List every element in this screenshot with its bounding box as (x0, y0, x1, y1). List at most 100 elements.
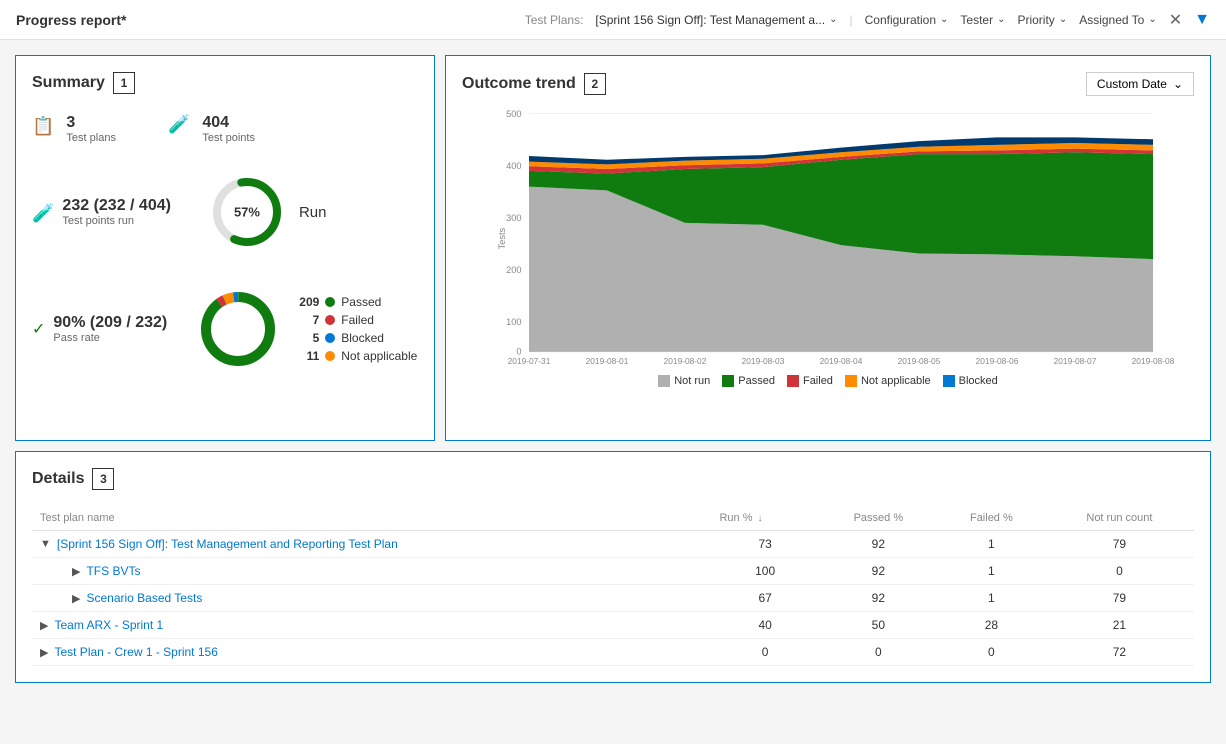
failed-legend-label: Failed (803, 375, 833, 387)
custom-date-button[interactable]: Custom Date ⌄ (1086, 72, 1194, 96)
svg-text:2019-08-05: 2019-08-05 (898, 356, 941, 364)
not-applicable-label: Not applicable (341, 349, 417, 363)
col-test-plan-name: Test plan name (32, 506, 711, 531)
svg-text:400: 400 (506, 161, 521, 171)
row-passed: 50 (819, 612, 938, 639)
filter-bar: Test Plans: [Sprint 156 Sign Off]: Test … (525, 10, 1210, 30)
outcome-trend-number: 2 (584, 73, 606, 95)
chevron-down-icon: ⌄ (1173, 77, 1183, 91)
child-row-passed: 92 (819, 585, 938, 612)
main-grid: Summary 1 📋 3 Test plans 🧪 404 Test poin… (0, 40, 1226, 698)
svg-text:300: 300 (506, 213, 521, 223)
svg-text:2019-08-08: 2019-08-08 (1132, 356, 1175, 364)
child-row-not-run: 0 (1045, 558, 1194, 585)
child-row-name-cell: ▶ TFS BVTs (32, 558, 711, 585)
pass-rate-row: ✓ 90% (209 / 232) Pass rate (32, 276, 418, 382)
outcome-trend-title: Outcome trend (462, 75, 576, 93)
row-name[interactable]: Test Plan - Crew 1 - Sprint 156 (54, 645, 217, 659)
row-name-cell: ▶ Team ARX - Sprint 1 (32, 612, 711, 639)
test-points-run-value: 232 (232 / 404) (62, 197, 171, 215)
priority-label: Priority (1017, 13, 1054, 27)
not-applicable-dot (325, 351, 335, 361)
row-name[interactable]: Team ARX - Sprint 1 (54, 618, 163, 632)
test-points-label: Test points (202, 132, 255, 144)
col-passed-percent: Passed % (819, 506, 938, 531)
child-row-name[interactable]: TFS BVTs (86, 564, 140, 578)
row-name-cell: ▶ Test Plan - Crew 1 - Sprint 156 (32, 639, 711, 666)
table-header-row: Test plan name Run % ↓ Passed % Failed % (32, 506, 1194, 531)
summary-content: 📋 3 Test plans 🧪 404 Test points 🧪 (32, 110, 418, 382)
col-not-run-count: Not run count (1045, 506, 1194, 531)
details-table-body: ▼ [Sprint 156 Sign Off]: Test Management… (32, 531, 1194, 666)
pass-rate-legend: 209 Passed 7 Failed 5 Blocked (299, 295, 417, 363)
row-passed: 0 (819, 639, 938, 666)
child-row-name-cell: ▶ Scenario Based Tests (32, 585, 711, 612)
expand-icon[interactable]: ▶ (40, 619, 48, 632)
svg-text:2019-08-07: 2019-08-07 (1054, 356, 1097, 364)
passed-legend-label: Passed (738, 375, 775, 387)
expand-icon[interactable]: ▶ (40, 646, 48, 659)
failed-dot (325, 315, 335, 325)
not-run-box (658, 375, 670, 387)
details-header: Details 3 (32, 468, 1194, 490)
test-points-run-row: 🧪 232 (232 / 404) Test points run (32, 164, 418, 260)
child-row-passed: 92 (819, 558, 938, 585)
outcome-header: Outcome trend 2 Custom Date ⌄ (462, 72, 1194, 96)
svg-text:2019-08-01: 2019-08-01 (586, 356, 629, 364)
test-points-run-label: Test points run (62, 215, 171, 227)
pass-rate-value: 90% (209 / 232) (53, 314, 167, 332)
details-title: Details (32, 470, 84, 488)
sort-icon: ↓ (758, 513, 763, 524)
legend-failed-chart: Failed (787, 375, 833, 387)
tester-label: Tester (960, 13, 993, 27)
row-failed: 1 (938, 531, 1045, 558)
table-row: ▼ [Sprint 156 Sign Off]: Test Management… (32, 531, 1194, 558)
chevron-down-icon: ⌄ (829, 14, 837, 25)
row-not-run: 79 (1045, 531, 1194, 558)
test-points-icon: 🧪 (168, 114, 190, 134)
svg-text:2019-07-31: 2019-07-31 (508, 356, 551, 364)
expand-icon[interactable]: ▼ (40, 538, 51, 550)
funnel-icon: ▼ (1194, 11, 1210, 29)
row-name[interactable]: [Sprint 156 Sign Off]: Test Management a… (57, 537, 398, 551)
outcome-chart: 500 400 300 200 100 0 Tests (462, 104, 1194, 424)
not-applicable-box (845, 375, 857, 387)
expand-icon[interactable]: ▶ (72, 592, 80, 605)
priority-filter[interactable]: Priority ⌄ (1017, 13, 1067, 27)
app-title: Progress report* (16, 12, 126, 28)
test-plans-label: Test plans (66, 132, 116, 144)
row-passed: 92 (819, 531, 938, 558)
test-plans-filter[interactable]: [Sprint 156 Sign Off]: Test Management a… (595, 13, 837, 27)
svg-text:2019-08-02: 2019-08-02 (664, 356, 707, 364)
failed-label: Failed (341, 313, 374, 327)
row-run: 73 (711, 531, 818, 558)
chevron-down-icon: ⌄ (997, 14, 1005, 25)
blocked-legend-label: Blocked (959, 375, 998, 387)
expand-icon[interactable]: ▶ (72, 565, 80, 578)
legend-passed-chart: Passed (722, 375, 775, 387)
svg-text:2019-08-04: 2019-08-04 (820, 356, 863, 364)
failed-count: 7 (299, 313, 319, 327)
child-row-run: 100 (711, 558, 818, 585)
legend-not-run: Not run (658, 375, 710, 387)
close-button[interactable]: ✕ (1169, 10, 1182, 30)
configuration-filter[interactable]: Configuration ⌄ (865, 13, 949, 27)
run-text: Run (299, 204, 327, 221)
blocked-dot (325, 333, 335, 343)
summary-number: 1 (113, 72, 135, 94)
test-points-run-icon: 🧪 (32, 203, 54, 224)
svg-text:500: 500 (506, 109, 521, 119)
col-run-percent[interactable]: Run % ↓ (711, 506, 818, 531)
legend-passed: 209 Passed (299, 295, 417, 309)
details-table: Test plan name Run % ↓ Passed % Failed % (32, 506, 1194, 666)
failed-box (787, 375, 799, 387)
details-number: 3 (92, 468, 114, 490)
child-row-name[interactable]: Scenario Based Tests (86, 591, 202, 605)
trend-chart-svg: 500 400 300 200 100 0 Tests (462, 104, 1194, 364)
passed-box (722, 375, 734, 387)
blocked-label: Blocked (341, 331, 384, 345)
tester-filter[interactable]: Tester ⌄ (960, 13, 1005, 27)
checkmark-icon: ✓ (32, 319, 45, 339)
row-failed: 28 (938, 612, 1045, 639)
assigned-to-filter[interactable]: Assigned To ⌄ (1079, 13, 1157, 27)
